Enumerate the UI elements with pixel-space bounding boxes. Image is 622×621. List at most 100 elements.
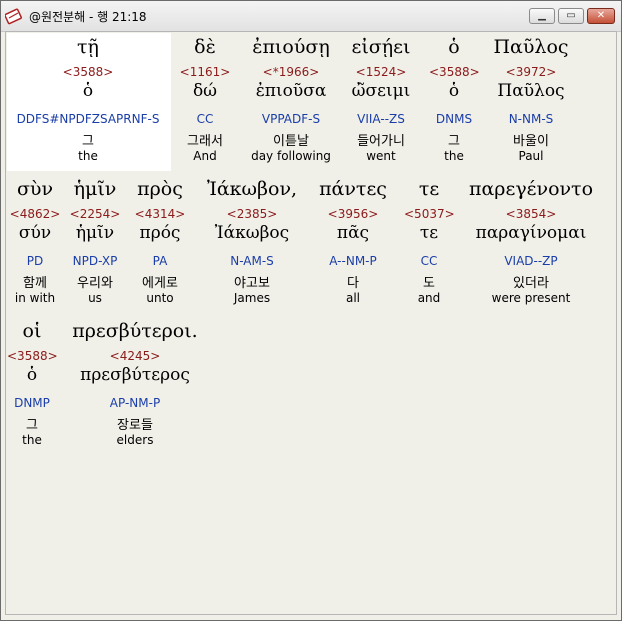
parsing-code: VIAD--ZP xyxy=(504,254,558,268)
lemma: ὁ xyxy=(26,365,38,385)
close-button[interactable]: ✕ xyxy=(587,8,615,24)
korean-gloss: 도 xyxy=(423,276,435,291)
word-cell[interactable]: πρεσβύτεροι. <4245> πρεσβύτερος AP-NM-P … xyxy=(64,316,206,456)
strong-number: <4314> xyxy=(134,207,186,221)
parsing-code: CC xyxy=(420,254,438,268)
strong-number: <3956> xyxy=(327,207,379,221)
parsing-code: N-NM-S xyxy=(508,112,554,126)
greek-word: Παῦλος xyxy=(493,36,569,58)
korean-gloss: 에게로 xyxy=(142,276,178,291)
word-cell[interactable]: παρεγένοντο <3854> παραγίνομαι VIAD--ZP … xyxy=(464,174,598,314)
word-cell[interactable]: πρὸς <4314> πρός PA 에게로 unto xyxy=(132,174,188,314)
lemma: ὁ xyxy=(448,81,460,101)
lemma: πᾶς xyxy=(336,223,370,243)
parsing-code: AP-NM-P xyxy=(109,396,161,410)
korean-gloss: 그래서 xyxy=(187,134,223,149)
greek-word: δὲ xyxy=(194,36,216,58)
lemma: ἡμῖν xyxy=(75,223,115,243)
korean-gloss: 있더라 xyxy=(513,276,549,291)
korean-gloss: 그 xyxy=(448,134,460,149)
strong-number: <2385> xyxy=(226,207,278,221)
analysis-view[interactable]: τῇ <3588> ὁ DDFS#NPDFZSAPRNF-S 그 the δὲ … xyxy=(5,31,617,615)
strong-number: <4245> xyxy=(109,349,161,363)
korean-gloss: 바울이 xyxy=(513,134,549,149)
english-gloss: day following xyxy=(251,149,331,163)
english-gloss: Paul xyxy=(518,149,544,163)
strong-number: <4862> xyxy=(9,207,61,221)
word-cell[interactable]: Ἰάκωβον, <2385> Ἰάκωβος N-AM-S 야고보 James xyxy=(196,174,308,314)
greek-word: οἱ xyxy=(22,320,42,342)
lemma: πρεσβύτερος xyxy=(80,365,190,385)
word-cell[interactable]: εἰσῄει <1524> ὠ̃σειμι VIIA--ZS 들어가니 went xyxy=(343,32,419,172)
maximize-icon: ▭ xyxy=(566,10,576,21)
parsing-code: DNMP xyxy=(14,396,50,410)
korean-gloss: 다 xyxy=(347,276,359,291)
lemma: παραγίνομαι xyxy=(475,223,587,243)
lemma: δώ xyxy=(192,81,218,101)
interlinear-pane: τῇ <3588> ὁ DDFS#NPDFZSAPRNF-S 그 the δὲ … xyxy=(6,32,616,614)
word-cell[interactable]: σὺν <4862> σύν PD 함께 in with xyxy=(7,174,63,314)
app-icon xyxy=(5,8,22,25)
parsing-code: VIIA--ZS xyxy=(357,112,405,126)
korean-gloss: 들어가니 xyxy=(357,134,405,149)
greek-word: πρεσβύτεροι. xyxy=(72,320,198,342)
word-cell[interactable]: ὁ <3588> ὁ DNMS 그 the xyxy=(429,32,480,172)
word-cell[interactable]: ἐπιούσῃ <*1966> ἐπιοῦσα VPPADF-S 이튿날 day… xyxy=(243,32,339,172)
app-window: @원전분해 - 행 21:18 ▁ ▭ ✕ τῇ <3588> ὁ DDFS#N… xyxy=(0,0,622,621)
maximize-button[interactable]: ▭ xyxy=(558,8,584,24)
strong-number: <5037> xyxy=(404,207,455,221)
english-gloss: elders xyxy=(116,433,154,447)
english-gloss: in with xyxy=(14,291,56,305)
word-cell[interactable]: πάντες <3956> πᾶς A--NM-P 다 all xyxy=(312,174,394,314)
lemma: ὠ̃σειμι xyxy=(351,81,411,101)
strong-number: <2254> xyxy=(69,207,121,221)
close-icon: ✕ xyxy=(596,10,606,21)
word-cell[interactable]: Παῦλος <3972> Παῦλος N-NM-S 바울이 Paul xyxy=(487,32,575,172)
english-gloss: the xyxy=(78,149,98,163)
korean-gloss: 이튿날 xyxy=(273,134,309,149)
greek-word: παρεγένοντο xyxy=(468,178,594,200)
strong-number: <3588> xyxy=(7,349,58,363)
parsing-code: N-AM-S xyxy=(230,254,274,268)
korean-gloss: 장로들 xyxy=(117,418,153,433)
english-gloss: us xyxy=(88,291,102,305)
lemma: Ἰάκωβος xyxy=(214,223,290,243)
window-title: @원전분해 - 행 21:18 xyxy=(29,10,147,24)
greek-word: σὺν xyxy=(16,178,54,200)
english-gloss: the xyxy=(444,149,464,163)
english-gloss: And xyxy=(193,149,217,163)
lemma: ἐπιοῦσα xyxy=(255,81,327,101)
title-bar[interactable]: @원전분해 - 행 21:18 ▁ ▭ ✕ xyxy=(1,1,621,32)
parsing-code: DNMS xyxy=(435,112,473,126)
parsing-code: DDFS#NPDFZSAPRNF-S xyxy=(16,112,160,126)
korean-gloss: 그 xyxy=(82,134,94,149)
lemma: Παῦλος xyxy=(497,81,565,101)
english-gloss: were present xyxy=(491,291,571,305)
parsing-code: VPPADF-S xyxy=(261,112,321,126)
korean-gloss: 야고보 xyxy=(234,276,270,291)
lemma: ὁ xyxy=(82,81,94,101)
word-cell[interactable]: τῇ <3588> ὁ DDFS#NPDFZSAPRNF-S 그 the xyxy=(7,32,169,172)
minimize-icon: ▁ xyxy=(538,10,546,21)
strong-number: <3588> xyxy=(429,65,480,79)
korean-gloss: 함께 xyxy=(23,276,47,291)
lemma: πρός xyxy=(139,223,181,243)
greek-word: πρὸς xyxy=(137,178,183,200)
strong-number: <1524> xyxy=(355,65,407,79)
parsing-code: NPD-XP xyxy=(72,254,118,268)
greek-word: τῇ xyxy=(77,36,99,58)
lemma: σύν xyxy=(18,223,52,243)
word-cell[interactable]: τε <5037> τε CC 도 and xyxy=(404,174,455,314)
strong-number: <1161> xyxy=(179,65,231,79)
lemma: τε xyxy=(419,223,439,243)
korean-gloss: 우리와 xyxy=(77,276,113,291)
word-cell[interactable]: οἱ <3588> ὁ DNMP 그 the xyxy=(7,316,58,456)
word-cell[interactable]: δὲ <1161> δώ CC 그래서 And xyxy=(177,32,233,172)
minimize-button[interactable]: ▁ xyxy=(529,8,555,24)
greek-word: πάντες xyxy=(319,178,387,200)
greek-word: Ἰάκωβον, xyxy=(206,178,298,200)
parsing-code: PD xyxy=(26,254,44,268)
english-gloss: unto xyxy=(146,291,174,305)
word-cell[interactable]: ἡμῖν <2254> ἡμῖν NPD-XP 우리와 us xyxy=(66,174,124,314)
greek-word: ἡμῖν xyxy=(73,178,117,200)
